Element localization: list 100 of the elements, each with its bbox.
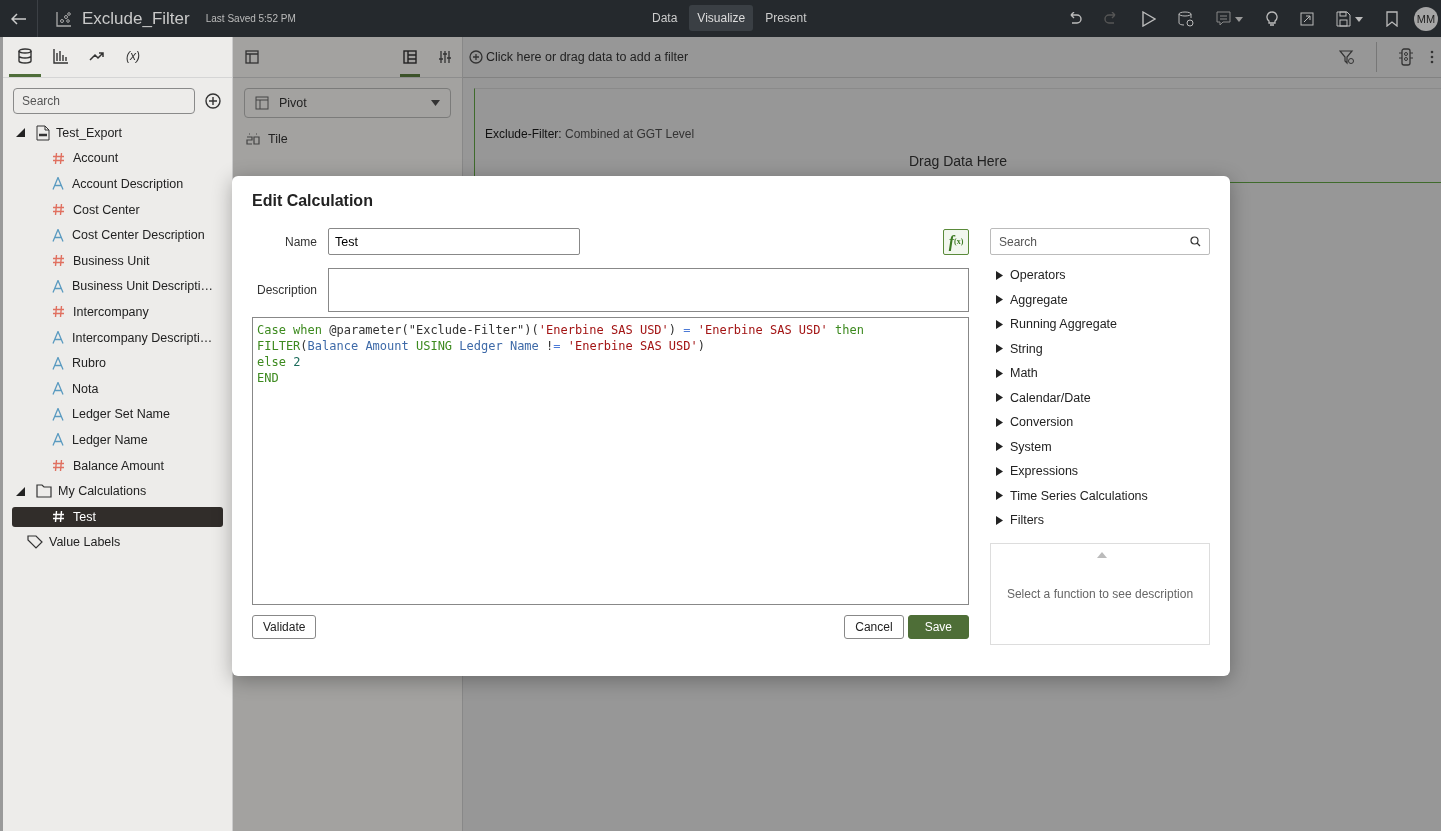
category-label: Filters — [1010, 513, 1045, 528]
comment-dropdown-icon[interactable] — [1216, 10, 1244, 27]
expand-triangle-icon[interactable] — [996, 466, 1003, 476]
tree-item[interactable]: Test_Export — [12, 120, 223, 146]
field-item[interactable]: Balance Amount — [12, 452, 223, 479]
category-label: Operators — [1010, 268, 1066, 283]
chart-icon — [56, 10, 72, 27]
more-icon[interactable] — [1429, 49, 1435, 65]
field-item[interactable]: Rubro — [12, 350, 223, 376]
trend-icon[interactable] — [89, 49, 105, 62]
export-icon[interactable] — [1300, 11, 1314, 26]
field-item[interactable]: Cost Center Description — [12, 222, 223, 248]
expand-triangle-icon[interactable] — [996, 417, 1003, 427]
field-item[interactable]: Cost Center — [12, 196, 223, 223]
field-item[interactable]: Ledger Set Name — [12, 401, 223, 428]
function-category[interactable]: Expressions — [990, 459, 1210, 484]
function-category[interactable]: Running Aggregate — [990, 312, 1210, 337]
tree-item-label: My Calculations — [58, 484, 147, 499]
field-item[interactable]: Intercompany Descripti… — [12, 324, 223, 351]
save-dropdown-icon[interactable] — [1336, 10, 1364, 27]
category-label: String — [1010, 341, 1043, 356]
expand-caret-icon[interactable] — [16, 128, 25, 138]
function-category[interactable]: String — [990, 336, 1210, 361]
function-category[interactable]: Operators — [990, 263, 1210, 288]
dropdown-caret-icon[interactable] — [431, 100, 440, 106]
attribute-icon — [52, 177, 64, 191]
field-item[interactable]: Ledger Name — [12, 427, 223, 453]
viz-type-dropdown[interactable]: Pivot — [244, 88, 451, 118]
add-icon[interactable] — [205, 93, 221, 109]
database-refresh-icon[interactable] — [1178, 10, 1194, 27]
visualization-title: Exclude-Filter: Combined at GGT Level — [484, 127, 696, 141]
expand-caret-icon[interactable] — [16, 486, 25, 496]
field-item[interactable]: Business Unit Descripti… — [12, 273, 223, 300]
function-category[interactable]: Filters — [990, 508, 1210, 533]
name-field[interactable]: Test — [328, 228, 580, 255]
database-icon[interactable] — [17, 47, 33, 64]
expand-triangle-icon[interactable] — [996, 368, 1003, 378]
field-label: Business Unit — [73, 253, 150, 268]
hash-icon — [52, 203, 65, 217]
layout-icon[interactable] — [403, 50, 417, 64]
expand-triangle-icon[interactable] — [996, 491, 1003, 501]
hash-icon — [52, 510, 65, 524]
validate-button[interactable]: Validate — [252, 615, 317, 639]
expand-triangle-icon[interactable] — [996, 270, 1003, 280]
category-label: Aggregate — [1010, 292, 1068, 307]
attribute-icon — [52, 433, 64, 447]
function-category[interactable]: Aggregate — [990, 287, 1210, 312]
description-field[interactable] — [328, 268, 969, 312]
function-category[interactable]: Time Series Calculations — [990, 483, 1210, 508]
play-icon[interactable] — [1142, 10, 1156, 27]
back-arrow-icon[interactable] — [10, 12, 27, 25]
expand-triangle-icon[interactable] — [996, 319, 1003, 329]
save-button[interactable]: Save — [907, 615, 969, 639]
expand-triangle-icon[interactable] — [996, 515, 1003, 525]
sliders-icon[interactable] — [438, 50, 452, 64]
field-item[interactable]: Intercompany — [12, 299, 223, 325]
user-avatar[interactable]: MM — [1414, 6, 1438, 31]
expression-editor[interactable]: Case when @parameter("Exclude-Filter")('Enerbine SAS USD') = 'Enerbine SAS USD' then FILTER(Balance Amount USING Ledger Name != 'Enerbine SAS USD') else 2 END — [252, 317, 969, 605]
field-label: Intercompany Descripti… — [72, 330, 213, 345]
tree-item-label: Test_Export — [56, 125, 122, 140]
hash-icon — [52, 254, 65, 268]
field-item[interactable]: Test — [12, 506, 223, 527]
field-label: Rubro — [72, 356, 107, 371]
bar-chart-icon[interactable] — [53, 47, 69, 64]
field-label: Ledger Name — [72, 432, 148, 447]
mode-tab[interactable]: Visualize — [689, 5, 754, 31]
traffic-light-icon[interactable] — [1398, 48, 1414, 66]
category-label: Time Series Calculations — [1010, 488, 1148, 503]
filter-settings-icon[interactable] — [1339, 49, 1355, 65]
category-label: System — [1010, 439, 1052, 454]
search-field[interactable]: Search — [13, 88, 195, 114]
bookmark-icon[interactable] — [1386, 10, 1398, 27]
parameters-tab[interactable]: (x) — [117, 37, 149, 77]
expand-triangle-icon[interactable] — [996, 393, 1003, 403]
field-item[interactable]: Account — [12, 145, 223, 172]
search-icon[interactable] — [1190, 236, 1201, 247]
lightbulb-icon[interactable] — [1266, 10, 1278, 27]
expand-triangle-icon[interactable] — [996, 344, 1003, 354]
category-label: Expressions — [1010, 464, 1079, 479]
function-category[interactable]: System — [990, 434, 1210, 459]
function-search-field[interactable]: Search — [990, 228, 1210, 255]
tree-item[interactable]: Value Labels — [12, 529, 223, 556]
field-item[interactable]: Nota — [12, 375, 223, 402]
expand-triangle-icon[interactable] — [996, 442, 1003, 452]
tree-item[interactable]: My Calculations — [12, 478, 223, 504]
cancel-button[interactable]: Cancel — [844, 615, 904, 639]
table-icon[interactable] — [245, 50, 259, 64]
mode-tab[interactable]: Data — [644, 5, 686, 31]
field-item[interactable]: Business Unit — [12, 247, 223, 274]
expand-triangle-icon[interactable] — [996, 295, 1003, 305]
function-category[interactable]: Calendar/Date — [990, 385, 1210, 410]
field-label: Cost Center — [73, 202, 140, 217]
mode-tab[interactable]: Present — [757, 5, 815, 31]
attribute-icon — [52, 407, 64, 421]
function-category[interactable]: Math — [990, 361, 1210, 386]
filter-placeholder[interactable]: Click here or drag data to add a filter — [486, 50, 689, 64]
field-item[interactable]: Account Description — [12, 171, 223, 197]
attribute-icon — [52, 356, 64, 370]
add-icon[interactable] — [469, 50, 483, 64]
function-category[interactable]: Conversion — [990, 410, 1210, 435]
